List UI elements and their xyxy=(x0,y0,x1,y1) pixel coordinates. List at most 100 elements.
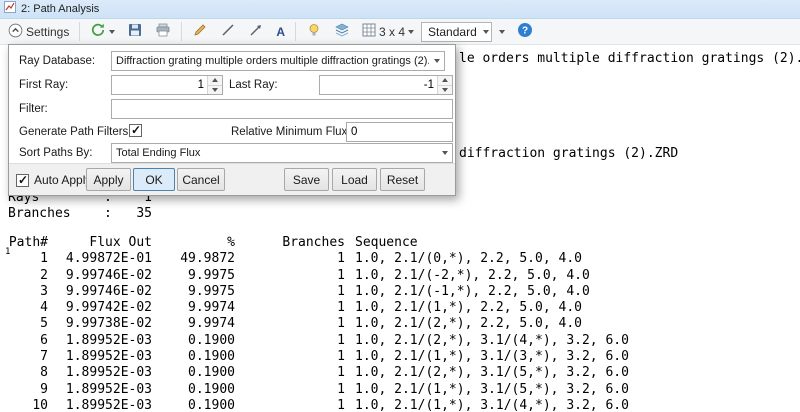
cell-path: 10 xyxy=(8,398,48,412)
cell-flux-out: 1.89952E-03 xyxy=(48,365,152,381)
load-settings-button[interactable]: Load xyxy=(332,168,377,191)
layout-select[interactable]: Standard xyxy=(421,22,492,42)
cancel-button[interactable]: Cancel xyxy=(177,168,225,191)
grid-icon xyxy=(362,23,376,40)
triangle-down-icon xyxy=(212,88,218,92)
cell-path: 4 xyxy=(8,300,48,316)
table-row: 91.89952E-030.190011.0, 2.1/(1,*), 3.1/(… xyxy=(8,382,800,398)
ok-button[interactable]: OK xyxy=(133,168,175,191)
annotate-line-button[interactable] xyxy=(215,21,241,43)
relative-minimum-flux-label: Relative Minimum Flux: xyxy=(231,126,351,138)
cell-flux-out: 9.99746E-02 xyxy=(48,268,152,284)
ray-database-label: Ray Database: xyxy=(19,55,95,67)
settings-button[interactable]: Settings xyxy=(3,21,74,43)
cell-branches: 1 xyxy=(235,398,345,412)
first-ray-label: First Ray: xyxy=(19,79,68,91)
cell-branches: 1 xyxy=(235,316,345,332)
last-ray-input[interactable] xyxy=(320,76,437,94)
cell-percent: 49.9872 xyxy=(152,251,235,267)
table-header-row: Path# Flux Out % Branches Sequence xyxy=(8,235,800,251)
chevron-down-icon xyxy=(429,59,444,63)
chevron-down-icon xyxy=(499,30,505,34)
header-sequence: Sequence xyxy=(345,235,800,251)
cell-flux-out: 9.99738E-02 xyxy=(48,316,152,332)
auto-apply-label: Auto Apply xyxy=(34,173,91,187)
window-icon xyxy=(4,0,16,18)
print-button[interactable] xyxy=(150,21,176,43)
refresh-icon xyxy=(90,22,106,41)
cell-branches: 1 xyxy=(235,382,345,398)
settings-collapse-icon xyxy=(8,23,23,41)
layers-button[interactable] xyxy=(329,21,355,43)
annotate-pencil-button[interactable] xyxy=(187,21,213,43)
chevron-down-icon xyxy=(437,151,452,155)
triangle-down-icon xyxy=(442,88,448,92)
cell-path: 1 xyxy=(8,251,48,267)
path-analysis-window: 2: Path Analysis Settings xyxy=(0,0,800,412)
cell-path: 2 xyxy=(8,268,48,284)
relative-minimum-flux-input[interactable] xyxy=(346,122,453,142)
save-button[interactable] xyxy=(122,21,148,43)
toolbar-separator xyxy=(295,22,296,41)
cell-sequence: 1.0, 2.1/(1,*), 3.1/(5,*), 3.2, 6.0 xyxy=(345,382,800,398)
branches-label: Branches xyxy=(8,206,104,221)
cell-path: 8 xyxy=(8,365,48,381)
cell-path: 7 xyxy=(8,349,48,365)
cell-percent: 9.9975 xyxy=(152,284,235,300)
sort-paths-by-select[interactable]: Total Ending Flux xyxy=(111,143,453,163)
last-ray-label: Last Ray: xyxy=(229,79,278,91)
spin-up-button[interactable] xyxy=(438,76,452,85)
layout-select-value: Standard xyxy=(428,25,477,39)
triangle-up-icon xyxy=(212,78,218,82)
spin-down-button[interactable] xyxy=(208,85,222,95)
save-icon xyxy=(127,22,143,41)
annotate-arrow-button[interactable] xyxy=(243,21,269,43)
toolbar: Settings xyxy=(0,19,800,45)
cell-branches: 1 xyxy=(235,251,345,267)
refresh-button[interactable] xyxy=(85,21,120,43)
auto-apply-checkbox[interactable] xyxy=(16,174,29,187)
save-settings-button[interactable]: Save xyxy=(284,168,329,191)
help-button[interactable]: ? xyxy=(512,21,538,43)
grid-size-button[interactable]: 3 x 4 xyxy=(357,21,419,43)
spin-down-button[interactable] xyxy=(438,85,452,95)
more-options-button[interactable] xyxy=(494,21,510,43)
first-ray-spin-buttons xyxy=(207,76,222,94)
lamp-button[interactable] xyxy=(301,21,327,43)
filter-input[interactable] xyxy=(111,99,453,119)
spin-up-button[interactable] xyxy=(208,76,222,85)
header-flux-out: Flux Out xyxy=(48,235,152,251)
cell-flux-out: 4.99872E-01 xyxy=(48,251,152,267)
annotate-text-button[interactable]: A xyxy=(271,21,290,43)
cell-percent: 0.1900 xyxy=(152,398,235,412)
cell-branches: 1 xyxy=(235,333,345,349)
cell-percent: 0.1900 xyxy=(152,382,235,398)
generate-path-filters-label: Generate Path Filters xyxy=(19,126,128,138)
cell-percent: 9.9975 xyxy=(152,268,235,284)
cell-sequence: 1.0, 2.1/(1,*), 3.1/(4,*), 3.2, 6.0 xyxy=(345,398,800,412)
last-ray-spin-buttons xyxy=(437,76,452,94)
help-icon: ? xyxy=(517,22,533,41)
cell-percent: 9.9974 xyxy=(152,316,235,332)
cell-path: 9 xyxy=(8,382,48,398)
triangle-up-icon xyxy=(442,78,448,82)
ray-database-value: Diffraction grating multiple orders mult… xyxy=(112,55,429,67)
apply-button[interactable]: Apply xyxy=(86,168,131,191)
ray-database-select[interactable]: Diffraction grating multiple orders mult… xyxy=(111,51,445,71)
cell-sequence: 1.0, 2.1/(2,*), 3.1/(4,*), 3.2, 6.0 xyxy=(345,333,800,349)
cell-percent: 9.9974 xyxy=(152,300,235,316)
cell-percent: 0.1900 xyxy=(152,349,235,365)
table-row: 101.89952E-030.190011.0, 2.1/(1,*), 3.1/… xyxy=(8,398,800,412)
branches-stat-line: Branches : 35 xyxy=(8,206,152,221)
header-branches: Branches xyxy=(235,235,345,251)
output-filename-line: le orders multiple diffraction gratings … xyxy=(459,51,800,66)
cell-sequence: 1.0, 2.1/(-2,*), 2.2, 5.0, 4.0 xyxy=(345,268,800,284)
first-ray-input[interactable] xyxy=(112,76,207,94)
branches-value: 35 xyxy=(112,206,152,221)
table-row: 14.99872E-0149.987211.0, 2.1/(0,*), 2.2,… xyxy=(8,251,800,267)
cell-flux-out: 1.89952E-03 xyxy=(48,398,152,412)
cell-branches: 1 xyxy=(235,349,345,365)
table-row: 61.89952E-030.190011.0, 2.1/(2,*), 3.1/(… xyxy=(8,333,800,349)
generate-path-filters-checkbox[interactable] xyxy=(129,124,142,137)
reset-settings-button[interactable]: Reset xyxy=(380,168,425,191)
